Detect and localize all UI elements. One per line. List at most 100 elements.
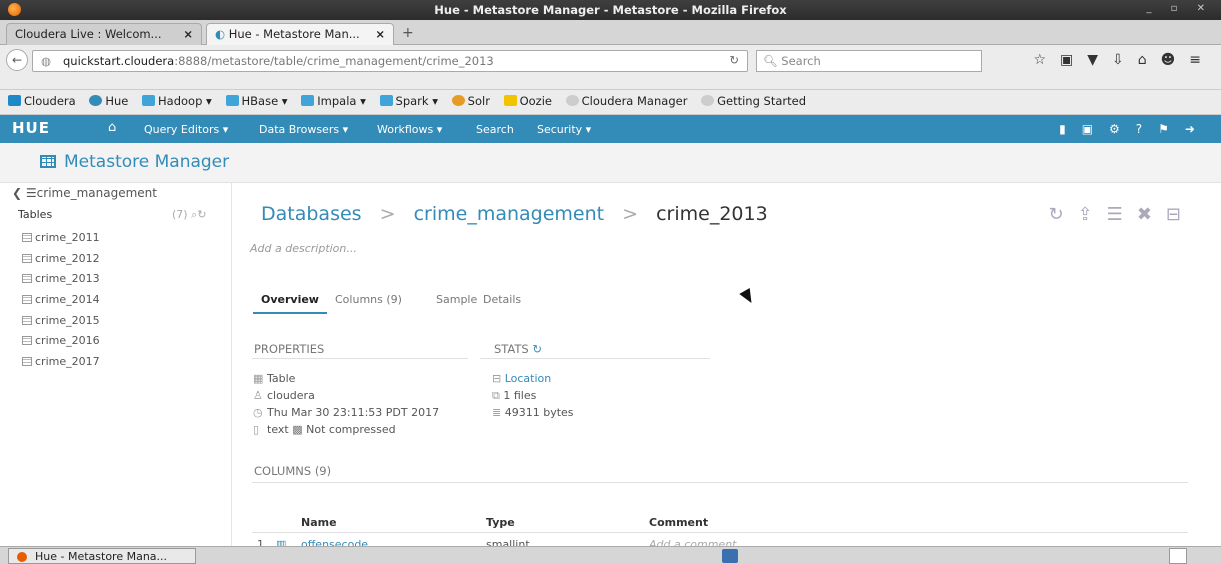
stat-size: ≣ 49311 bytes [492,406,574,419]
divider [252,482,1188,483]
bookmark-impala[interactable]: Impala ▾ [301,94,366,108]
upload-icon: ⇪ [1077,204,1107,225]
home-icon[interactable]: ⌂ [108,120,116,135]
sidebar-item-crime-2013[interactable]: crime_2013 [22,272,100,293]
compression-icon: ▩ [292,423,303,436]
hue-right-icons[interactable]: ▮▣⚙?⚑➜ [1059,122,1211,136]
new-tab-button[interactable]: + [402,25,414,41]
breadcrumb-databases[interactable]: Databases [261,203,362,225]
user-icon: ♙ [253,389,263,402]
url-path: :8888/metastore/table/crime_management/c… [174,54,494,68]
database-icon: ☰ [25,186,37,200]
menu-query-editors[interactable]: Query Editors ▾ [144,123,228,136]
back-chevron-icon[interactable]: ❮ [12,186,22,200]
hue-navbar: HUE ⌂ Query Editors ▾ Data Browsers ▾ Wo… [0,115,1221,143]
taskbar-center-icon[interactable] [722,549,738,563]
table-icon [22,295,32,305]
globe-icon [565,95,579,106]
sidebar-item-crime-2014[interactable]: crime_2014 [22,293,100,314]
sidebar-item-crime-2011[interactable]: crime_2011 [22,231,100,252]
bookmark-hadoop[interactable]: Hadoop ▾ [142,94,212,108]
col-header-comment[interactable]: Comment [649,516,708,529]
menu-security[interactable]: Security ▾ [537,123,591,136]
menu-data-browsers[interactable]: Data Browsers ▾ [259,123,348,136]
menu-search[interactable]: Search [476,123,514,136]
file-icon: ▯ [253,423,260,436]
refresh-icon: ↻ [1048,204,1078,225]
search-icon: 🔍︎ [763,54,778,68]
browser-navbar: ← ◍ quickstart.cloudera:8888/metastore/t… [0,45,1221,90]
table-icon [22,357,32,367]
window-titlebar: Hue - Metastore Manager - Metastore - Mo… [0,0,1221,20]
sidebar-item-crime-2012[interactable]: crime_2012 [22,252,100,273]
menu-workflows[interactable]: Workflows ▾ [377,123,442,136]
browser-tabstrip: Cloudera Live : Welcom... × ◐ Hue - Meta… [0,20,1221,45]
prop-created: ◷ Thu Mar 30 23:11:53 PDT 2017 [253,406,440,419]
search-input[interactable]: 🔍︎ Search [756,50,982,72]
description-field[interactable]: Add a description... [250,242,357,255]
stats-header: STATS ↻ [494,342,543,356]
hue-logo[interactable]: HUE [12,119,50,137]
sidebar: ❮ ☰crime_management Tables (7) ⌕↻ crime_… [0,183,232,546]
bookmark-hbase[interactable]: HBase ▾ [225,94,288,108]
table-grid-icon [40,155,56,168]
columns-header: COLUMNS (9) [254,464,332,478]
taskbar-item-firefox[interactable]: Hue - Metastore Mana... [8,548,196,564]
bookmark-solr[interactable]: Solr [451,94,490,108]
divider [252,358,468,359]
tab-hue-metastore[interactable]: ◐ Hue - Metastore Man... × [206,23,394,45]
tab-overview[interactable]: Overview [253,293,327,314]
tab-close-icon[interactable]: × [183,27,193,41]
refresh-icon: ↻ [197,208,207,221]
taskbar: Hue - Metastore Mana... [0,546,1221,564]
refresh-icon[interactable]: ↻ [532,342,542,356]
table-actions[interactable]: ↻⇪☰✖⊟ [1048,204,1195,225]
bookmark-getting-started[interactable]: Getting Started [701,94,806,108]
sidebar-item-crime-2016[interactable]: crime_2016 [22,334,100,355]
stat-location[interactable]: ⊟ Location [492,372,551,385]
tab-columns[interactable]: Columns (9) [335,293,402,306]
sidebar-tools[interactable]: (7) ⌕↻ [172,208,206,222]
bookmark-cloudera-manager[interactable]: Cloudera Manager [565,94,687,108]
table-icon [22,253,32,263]
tab-sample[interactable]: Sample [436,293,477,306]
sidebar-database[interactable]: ❮ ☰crime_management [12,186,157,200]
clock-icon: ◷ [253,406,263,419]
table-list: crime_2011 crime_2012 crime_2013 crime_2… [22,231,100,376]
bookmark-oozie[interactable]: Oozie [503,94,552,108]
size-icon: ≣ [492,406,502,419]
window-title: Hue - Metastore Manager - Metastore - Mo… [434,3,787,17]
tab-close-icon[interactable]: × [375,27,385,41]
site-info-icon[interactable]: ◍ [41,54,51,68]
toolbar-icons[interactable]: ☆▣▼⇩⌂☻≡ [1034,52,1216,68]
url-bar[interactable]: ◍ quickstart.cloudera:8888/metastore/tab… [32,50,748,72]
hue-icon [89,95,103,106]
taskbar-firefox-icon[interactable] [1169,548,1187,564]
breadcrumb-table: crime_2013 [656,203,768,225]
col-header-type[interactable]: Type [486,516,515,529]
col-header-name[interactable]: Name [301,516,337,529]
folder-icon [301,95,315,106]
properties-header: PROPERTIES [254,342,325,356]
breadcrumb: Databases > crime_management > crime_201… [261,203,768,225]
bookmarks-toolbar: Cloudera Hue Hadoop ▾ HBase ▾ Impala ▾ S… [0,90,1221,115]
bookmark-spark[interactable]: Spark ▾ [379,94,438,108]
hue-tab-icon: ◐ [215,27,226,41]
folder-icon [379,95,393,106]
bookmark-cloudera[interactable]: Cloudera [8,94,76,108]
back-button[interactable]: ← [6,49,28,71]
storage-icon: ⊟ [1165,204,1195,225]
url-host: quickstart.cloudera [63,54,175,68]
breadcrumb-database[interactable]: crime_management [414,203,605,225]
sidebar-item-crime-2015[interactable]: crime_2015 [22,314,100,335]
sidebar-item-crime-2017[interactable]: crime_2017 [22,355,100,376]
tab-label: Cloudera Live : Welcom... [15,27,162,41]
page-title: Metastore Manager [40,152,229,172]
tab-details[interactable]: Details [483,293,521,306]
divider [252,532,1188,533]
tab-cloudera-live[interactable]: Cloudera Live : Welcom... × [6,23,202,45]
sidebar-tables-label: Tables [18,208,53,221]
bookmark-hue[interactable]: Hue [89,94,128,108]
window-controls[interactable]: _ ▫ ✕ [1146,3,1213,14]
reload-icon[interactable]: ↻ [729,53,739,67]
